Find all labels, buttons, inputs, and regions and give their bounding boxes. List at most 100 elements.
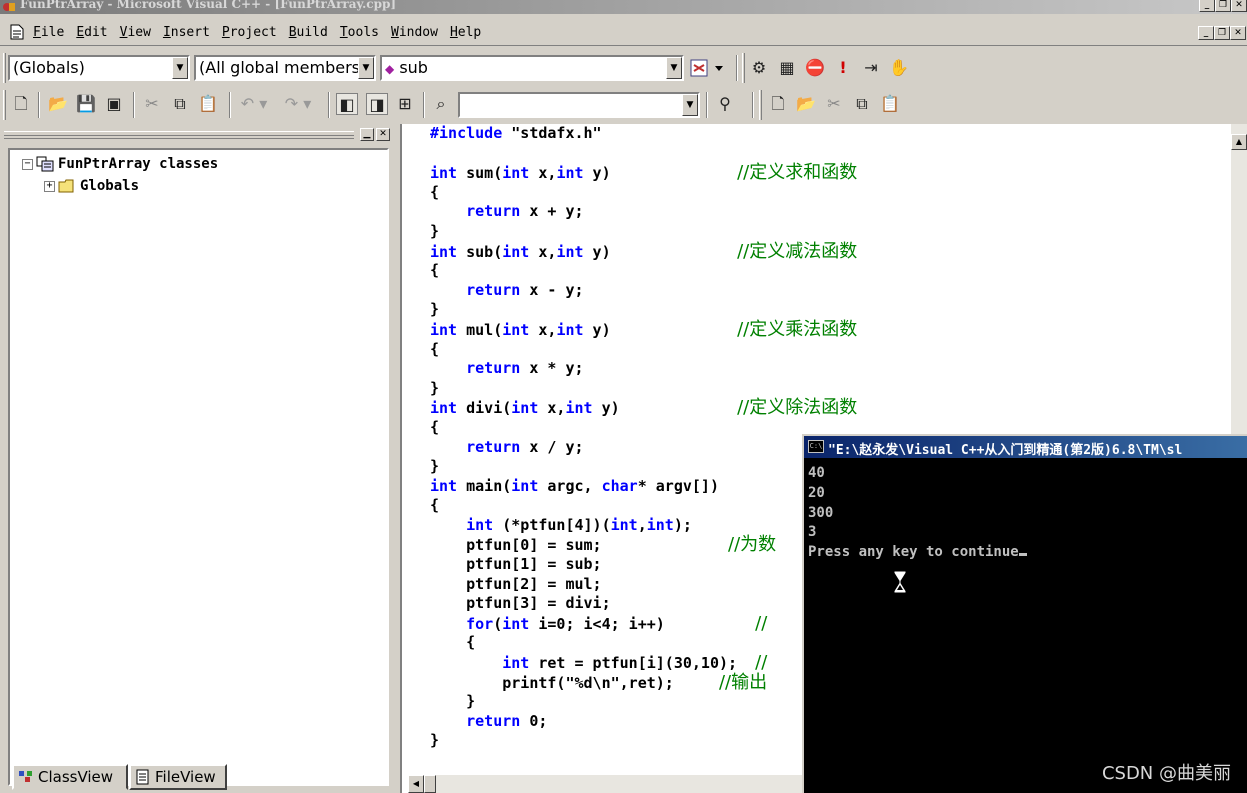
collapse-icon[interactable]: −	[22, 158, 33, 170]
code-line[interactable]: int mul(int x,int y) //定义乘法函数	[430, 320, 857, 340]
tab-fileview[interactable]: FileView	[129, 764, 227, 790]
document-icon[interactable]	[10, 24, 24, 40]
menu-tools[interactable]: Tools	[340, 25, 379, 40]
toolbar-grip[interactable]	[3, 53, 6, 83]
toolbar-grip[interactable]	[742, 53, 745, 83]
chevron-down-icon[interactable]: ▼	[682, 94, 698, 116]
code-line[interactable]: }	[430, 300, 857, 320]
horizontal-scrollbar[interactable]: ◀	[408, 775, 812, 793]
workspace-minimize-button[interactable]: ▁	[360, 128, 374, 141]
open-file-icon[interactable]: 📂	[795, 93, 817, 115]
wizard-action-icon[interactable]	[688, 57, 728, 79]
chevron-down-icon[interactable]: ▼	[666, 57, 682, 79]
menu-build[interactable]: Build	[289, 25, 328, 40]
code-line[interactable]	[430, 144, 857, 164]
cut-icon[interactable]: ✂	[823, 93, 845, 115]
toolbar-grip[interactable]	[3, 90, 6, 120]
paste-icon[interactable]: 📋	[879, 93, 901, 115]
copy-icon[interactable]: ⧉	[851, 93, 873, 115]
code-line[interactable]: {	[430, 261, 857, 281]
restore-button[interactable]: ❐	[1215, 0, 1231, 12]
class-combo[interactable]: (Globals) ▼	[8, 55, 190, 81]
code-line[interactable]: int ret = ptfun[i](30,10); //	[430, 653, 857, 673]
code-line[interactable]: {	[430, 633, 857, 653]
code-line[interactable]: int sub(int x,int y) //定义减法函数	[430, 241, 857, 262]
code-line[interactable]: {	[430, 183, 857, 203]
build-icon[interactable]: ▦	[776, 57, 798, 79]
code-line[interactable]: }	[430, 222, 857, 242]
menu-project[interactable]: Project	[222, 25, 277, 40]
code-line[interactable]: }	[430, 457, 857, 477]
class-tree[interactable]: − FunPtrArray classes + Globals	[8, 148, 389, 786]
find-in-files-icon[interactable]: ⌕	[430, 93, 452, 115]
code-line[interactable]: int (*ptfun[4])(int,int);	[430, 516, 857, 536]
tab-classview[interactable]: ClassView	[12, 764, 128, 790]
code-line[interactable]: int main(int argc, char* argv[])	[430, 477, 857, 497]
find-combo[interactable]: ▼	[458, 92, 700, 118]
menu-view[interactable]: View	[120, 25, 151, 40]
code-line[interactable]: int divi(int x,int y) //定义除法函数	[430, 398, 857, 418]
code-line[interactable]: ptfun[2] = mul;	[430, 575, 857, 595]
workspace-toggle-icon[interactable]: ◧	[336, 93, 358, 115]
minimize-button[interactable]: _	[1199, 0, 1215, 12]
window-list-icon[interactable]: ⊞	[394, 93, 416, 115]
save-all-icon[interactable]: ▣	[103, 93, 125, 115]
menu-file[interactable]: File	[33, 25, 64, 40]
scroll-thumb[interactable]	[424, 775, 436, 793]
code-line[interactable]: ptfun[3] = divi;	[430, 594, 857, 614]
expand-icon[interactable]: +	[44, 180, 55, 192]
menu-edit[interactable]: Edit	[76, 25, 107, 40]
code-line[interactable]: }	[430, 692, 857, 712]
code-line[interactable]: return 0;	[430, 712, 857, 732]
doc-restore-button[interactable]: ❐	[1214, 26, 1230, 40]
filter-combo[interactable]: (All global members ▼	[194, 55, 376, 81]
code-line[interactable]: }	[430, 731, 857, 751]
code-line[interactable]: for(int i=0; i<4; i++) //	[430, 614, 857, 634]
cut-icon[interactable]: ✂	[141, 93, 163, 115]
code-line[interactable]: }	[430, 379, 857, 399]
stop-build-icon[interactable]: ⛔	[804, 57, 826, 79]
find-binoculars-icon[interactable]: ⚲	[714, 93, 736, 115]
source-code[interactable]: #include "stdafx.h" int sum(int x,int y) …	[430, 124, 857, 751]
code-line[interactable]: ptfun[1] = sub;	[430, 555, 857, 575]
copy-icon[interactable]: ⧉	[169, 93, 191, 115]
undo-icon[interactable]: ↶ ▾	[236, 93, 272, 115]
go-icon[interactable]: ⇥	[860, 57, 882, 79]
code-line[interactable]: int sum(int x,int y) //定义求和函数	[430, 163, 857, 183]
code-line[interactable]: {	[430, 418, 857, 438]
code-line[interactable]: printf("%d\n",ret); //输出	[430, 672, 857, 693]
workspace-grip[interactable]	[4, 131, 354, 139]
code-line[interactable]: return x - y;	[430, 281, 857, 301]
member-combo[interactable]: ◆ sub ▼	[380, 55, 684, 81]
paste-icon[interactable]: 📋	[197, 93, 219, 115]
tree-globals-row[interactable]: + Globals	[44, 178, 139, 194]
code-line[interactable]: return x / y;	[430, 438, 857, 458]
output-toggle-icon[interactable]: ◨	[366, 93, 388, 115]
console-window[interactable]: C:\ "E:\赵永发\Visual C++从入门到精通(第2版)6.8\TM\…	[802, 434, 1247, 793]
chevron-down-icon[interactable]: ▼	[358, 57, 374, 79]
console-title-bar[interactable]: C:\ "E:\赵永发\Visual C++从入门到精通(第2版)6.8\TM\…	[804, 436, 1247, 458]
code-line[interactable]: {	[430, 496, 857, 516]
new-text-file-icon[interactable]: 🗋	[10, 93, 32, 115]
tree-root-row[interactable]: − FunPtrArray classes	[22, 156, 218, 172]
code-line[interactable]: ptfun[0] = sum; //为数	[430, 535, 857, 555]
close-button[interactable]: ✕	[1231, 0, 1247, 12]
workspace-close-button[interactable]: ✕	[376, 128, 390, 141]
redo-icon[interactable]: ↷ ▾	[280, 93, 316, 115]
code-line[interactable]: {	[430, 340, 857, 360]
scroll-up-icon[interactable]: ▲	[1231, 134, 1247, 150]
menu-help[interactable]: Help	[450, 25, 481, 40]
menu-window[interactable]: Window	[391, 25, 438, 40]
editor-gutter[interactable]	[402, 124, 422, 793]
save-icon[interactable]: 💾	[75, 93, 97, 115]
doc-close-button[interactable]: ✕	[1230, 26, 1246, 40]
open-folder-icon[interactable]: 📂	[47, 93, 69, 115]
code-line[interactable]: #include "stdafx.h"	[430, 124, 857, 144]
toolbar-grip[interactable]	[759, 90, 762, 120]
menu-insert[interactable]: Insert	[163, 25, 210, 40]
code-line[interactable]: return x + y;	[430, 202, 857, 222]
execute-icon[interactable]: !	[832, 57, 854, 79]
new-file-icon[interactable]: 🗋	[767, 93, 789, 115]
chevron-down-icon[interactable]: ▼	[172, 57, 188, 79]
scroll-left-icon[interactable]: ◀	[408, 775, 424, 793]
